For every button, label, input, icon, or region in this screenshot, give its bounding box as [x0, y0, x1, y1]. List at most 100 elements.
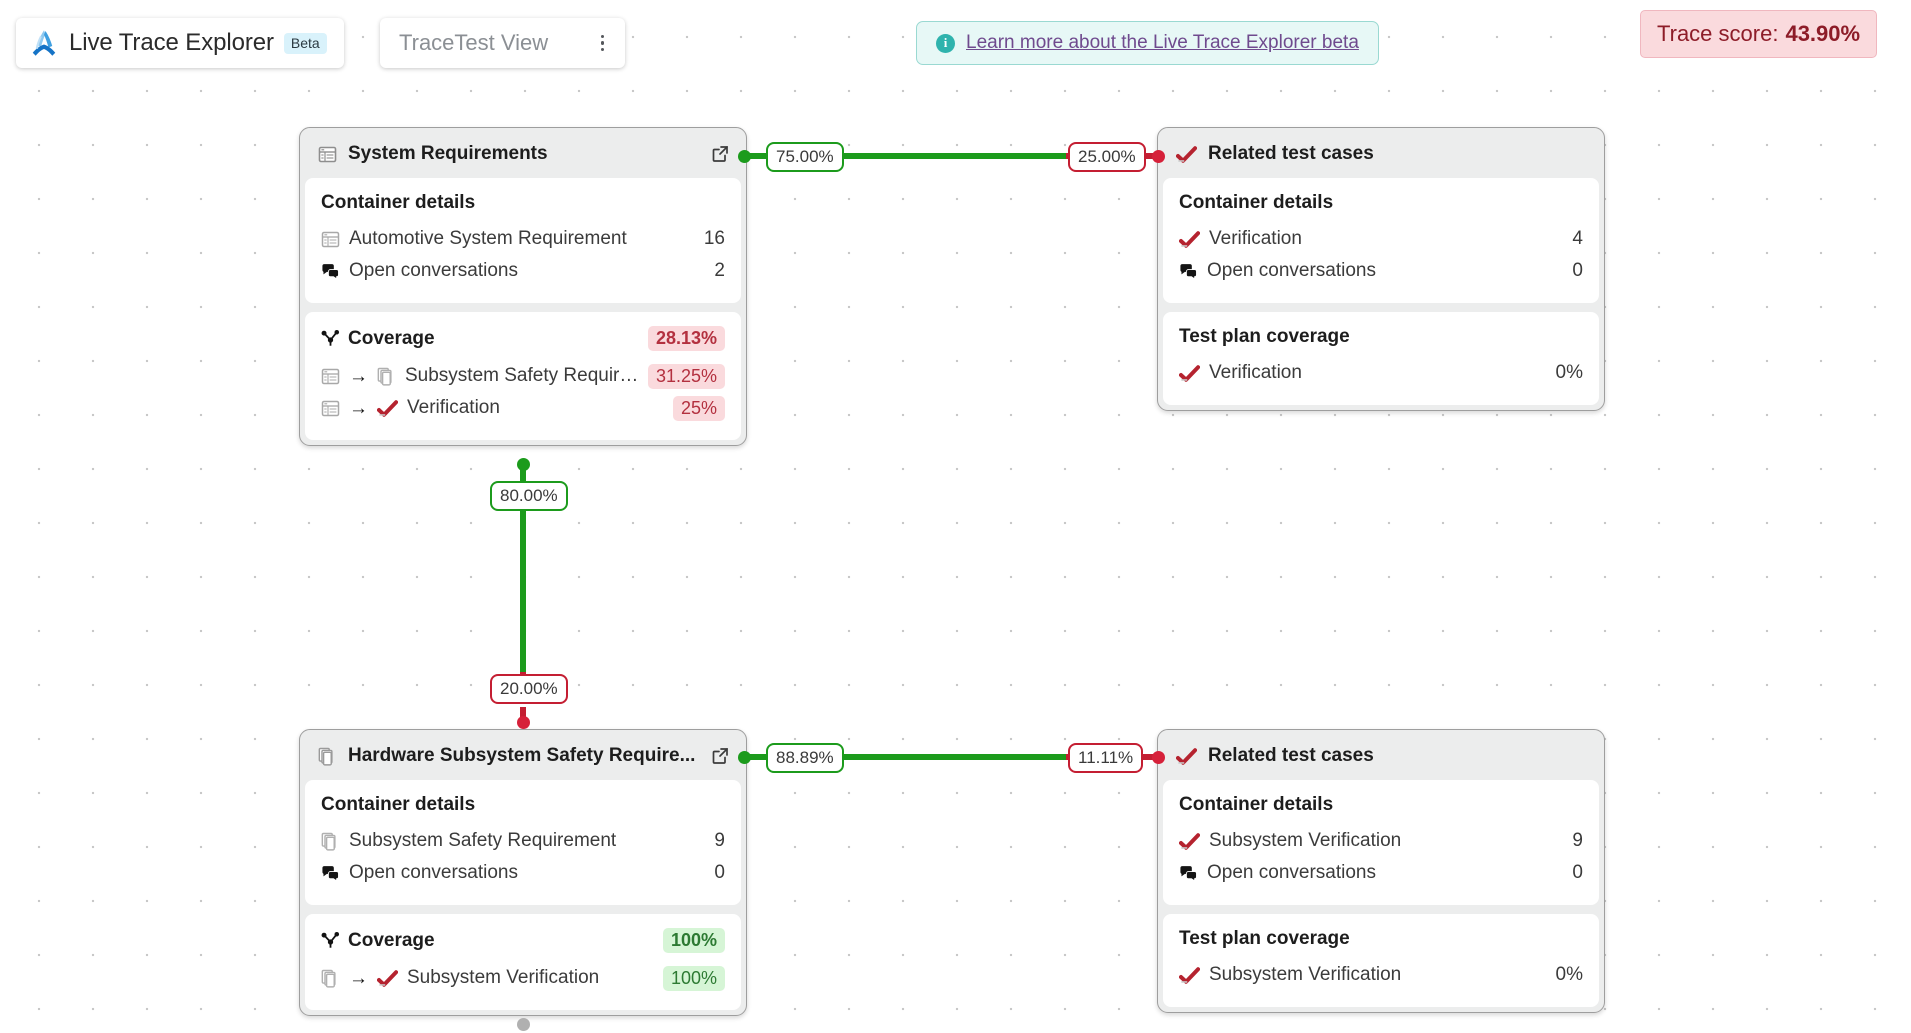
- panel-title: Test plan coverage: [1179, 326, 1583, 348]
- edge-handle-source-bottom[interactable]: [738, 751, 751, 764]
- edge-label-source-top[interactable]: 75.00%: [766, 142, 844, 172]
- mapping-arrow-icon: →: [349, 967, 368, 989]
- verification-check-icon: [1176, 145, 1197, 163]
- panel-title: Container details: [321, 192, 725, 214]
- detail-value: 0: [714, 862, 725, 883]
- requirement-table-icon: [318, 146, 337, 162]
- panel-title-text: Container details: [321, 794, 476, 815]
- detail-value: 16: [703, 228, 725, 249]
- edge-label-target-top[interactable]: 25.00%: [1068, 142, 1146, 172]
- trace-score-value: 43.90%: [1785, 21, 1861, 46]
- coverage-pill: 100%: [662, 928, 725, 953]
- node-title: Related test cases: [1208, 745, 1374, 766]
- panel-container-details: Container details Subsystem Safety Requi…: [305, 780, 741, 905]
- coverage-row-pill: 100%: [662, 965, 725, 991]
- coverage-row: → Subsystem Verification 100%: [321, 962, 725, 994]
- detail-row: Verification 4: [1179, 223, 1583, 255]
- edge-handle-source-top[interactable]: [738, 150, 751, 163]
- learn-more-link[interactable]: Learn more about the Live Trace Explorer…: [966, 32, 1359, 54]
- detail-value: 9: [1572, 830, 1583, 851]
- panel-test-plan-coverage: Test plan coverage Subsystem Verificatio…: [1163, 914, 1599, 1007]
- detail-label: Automotive System Requirement: [349, 228, 627, 249]
- edge-label-source-vert[interactable]: 80.00%: [490, 481, 568, 511]
- graph-canvas[interactable]: 75.00% 25.00% 80.00% 20.00% 88.89% 11.11…: [0, 0, 1911, 1033]
- detail-row: Open conversations 0: [1179, 255, 1583, 287]
- node-header[interactable]: Hardware Subsystem Safety Require...: [305, 735, 741, 780]
- external-link-icon[interactable]: [710, 746, 730, 766]
- panel-title-text: Container details: [321, 192, 476, 213]
- documents-stack-icon: [321, 969, 336, 988]
- edge-label-source-bottom[interactable]: 88.89%: [766, 743, 844, 773]
- coverage-row-pill: 31.25%: [647, 363, 725, 389]
- mapping-arrow-icon: →: [349, 397, 368, 419]
- live-trace-explorer-logo: [32, 30, 56, 56]
- documents-stack-icon: [321, 832, 336, 851]
- coverage-row: → Verification 25%: [321, 392, 725, 424]
- detail-row: Subsystem Safety Requirement 9: [321, 825, 725, 857]
- edge-handle-target-top[interactable]: [1152, 150, 1165, 163]
- node-related-test-cases-bottom[interactable]: Related test cases Container details Sub…: [1157, 729, 1605, 1013]
- node-title: Hardware Subsystem Safety Require...: [348, 745, 696, 766]
- coverage-label: Verification: [407, 397, 500, 418]
- detail-label: Open conversations: [1207, 260, 1376, 281]
- coverage-branch-icon: [321, 329, 340, 346]
- detail-value: 0: [1572, 862, 1583, 883]
- external-link-icon[interactable]: [710, 144, 730, 164]
- detail-row: Open conversations 2: [321, 255, 725, 287]
- detail-value: 4: [1572, 228, 1583, 249]
- node-header[interactable]: System Requirements: [305, 133, 741, 178]
- panel-title-text: Container details: [1179, 794, 1334, 815]
- requirement-table-icon: [321, 368, 340, 384]
- conversations-icon: [1180, 865, 1197, 882]
- edge-handle-source-vert[interactable]: [517, 458, 530, 471]
- conversations-icon: [1180, 263, 1197, 280]
- coverage-row: → Subsystem Safety Requirem... 31.25%: [321, 360, 725, 392]
- node-related-test-cases-top[interactable]: Related test cases Container details Ver…: [1157, 127, 1605, 411]
- coverage-label: Subsystem Verification: [407, 967, 600, 988]
- node-title: Related test cases: [1208, 143, 1374, 164]
- edge-handle-target-bottom[interactable]: [1152, 751, 1165, 764]
- coverage-label: Subsystem Safety Requirem...: [405, 365, 639, 386]
- trace-score-label: Trace score:: [1657, 21, 1779, 46]
- node-hardware-subsystem-safety-requirements[interactable]: Hardware Subsystem Safety Require... Con…: [299, 729, 747, 1016]
- panel-coverage: Coverage 28.13% → Subsystem Safety Requi…: [305, 312, 741, 440]
- verification-check-icon: [377, 969, 398, 987]
- beta-info-banner[interactable]: i Learn more about the Live Trace Explor…: [916, 21, 1379, 65]
- panel-title-text: Test plan coverage: [1179, 326, 1350, 347]
- kebab-menu-icon[interactable]: [597, 31, 609, 56]
- requirement-table-icon: [321, 400, 340, 416]
- verification-check-icon: [1176, 747, 1197, 765]
- detail-value: 2: [714, 260, 725, 281]
- edge-label-target-bottom[interactable]: 11.11%: [1068, 743, 1144, 773]
- detail-row: Subsystem Verification 9: [1179, 825, 1583, 857]
- edge-handle-bottom-stub[interactable]: [517, 1018, 530, 1031]
- panel-title: Coverage 100%: [321, 928, 725, 953]
- requirement-table-icon: [321, 231, 340, 247]
- panel-container-details: Container details Subsystem Verification…: [1163, 780, 1599, 905]
- detail-row: Open conversations 0: [321, 857, 725, 889]
- panel-title: Coverage 28.13%: [321, 326, 725, 351]
- documents-stack-icon: [377, 367, 392, 386]
- conversations-icon: [322, 263, 339, 280]
- detail-row: Subsystem Verification 0%: [1179, 959, 1583, 991]
- view-tab[interactable]: TraceTest View: [380, 18, 625, 68]
- node-system-requirements[interactable]: System Requirements Container details Au…: [299, 127, 747, 446]
- info-circle-icon: i: [936, 33, 955, 53]
- verification-check-icon: [377, 399, 398, 417]
- detail-label: Open conversations: [1207, 862, 1376, 883]
- app-title: Live Trace Explorer: [69, 29, 274, 56]
- mapping-arrow-icon: →: [349, 365, 368, 387]
- panel-title: Container details: [1179, 794, 1583, 816]
- coverage-pill: 28.13%: [647, 326, 725, 351]
- brand-card[interactable]: Live Trace Explorer Beta: [16, 18, 344, 68]
- edge-handle-target-vert[interactable]: [517, 716, 530, 729]
- detail-label: Subsystem Safety Requirement: [349, 830, 617, 851]
- panel-title-text: Test plan coverage: [1179, 928, 1350, 949]
- node-header[interactable]: Related test cases: [1163, 735, 1599, 780]
- detail-row: Automotive System Requirement 16: [321, 223, 725, 255]
- edge-label-target-vert[interactable]: 20.00%: [490, 674, 568, 704]
- detail-label: Open conversations: [349, 862, 518, 883]
- detail-value: 0%: [1555, 964, 1583, 985]
- node-header[interactable]: Related test cases: [1163, 133, 1599, 178]
- detail-value: 9: [714, 830, 725, 851]
